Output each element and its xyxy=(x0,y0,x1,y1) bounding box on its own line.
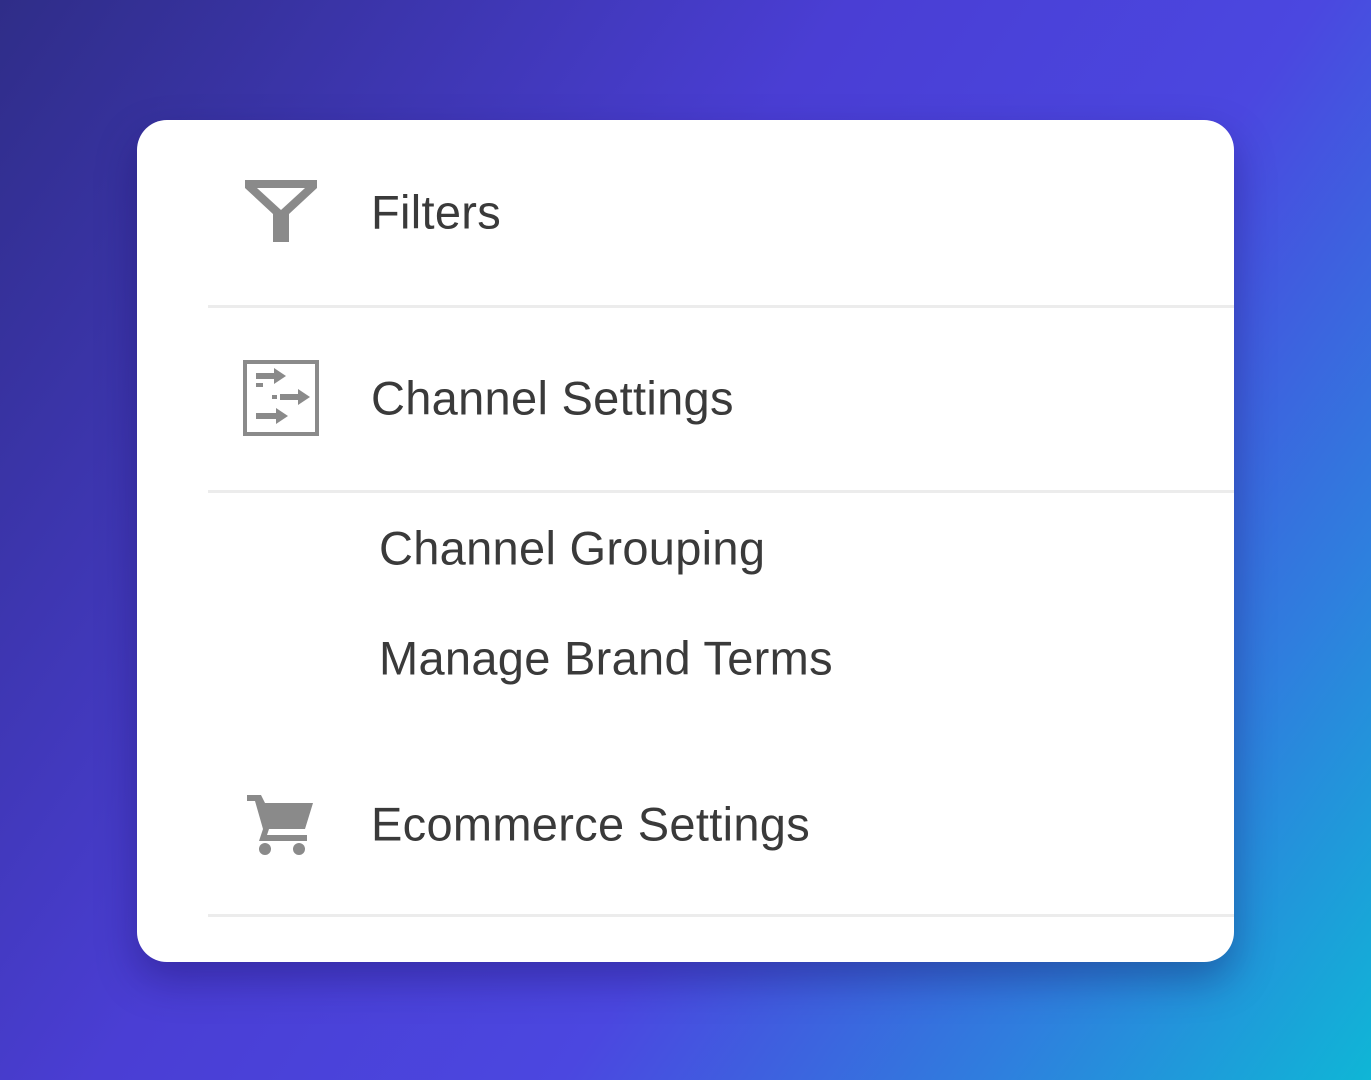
menu-item-label: Channel Settings xyxy=(371,371,734,425)
menu-item-filters[interactable]: Filters xyxy=(137,162,1234,262)
menu-item-label: Ecommerce Settings xyxy=(371,797,811,851)
cart-icon xyxy=(241,784,321,864)
menu-item-ecommerce-settings[interactable]: Ecommerce Settings xyxy=(137,774,1234,874)
divider xyxy=(208,305,1234,308)
submenu-item-manage-brand-terms[interactable]: Manage Brand Terms xyxy=(137,608,1234,708)
submenu-item-label: Manage Brand Terms xyxy=(379,631,833,685)
divider xyxy=(208,914,1234,917)
submenu-item-label: Channel Grouping xyxy=(379,521,766,575)
filter-icon xyxy=(241,172,321,252)
settings-menu-panel: Filters Channel Settings Channel Groupin… xyxy=(137,120,1234,962)
channel-settings-icon xyxy=(241,358,321,438)
menu-item-label: Filters xyxy=(371,185,502,239)
divider xyxy=(208,490,1234,493)
submenu-item-channel-grouping[interactable]: Channel Grouping xyxy=(137,498,1234,598)
menu-item-channel-settings[interactable]: Channel Settings xyxy=(137,348,1234,448)
